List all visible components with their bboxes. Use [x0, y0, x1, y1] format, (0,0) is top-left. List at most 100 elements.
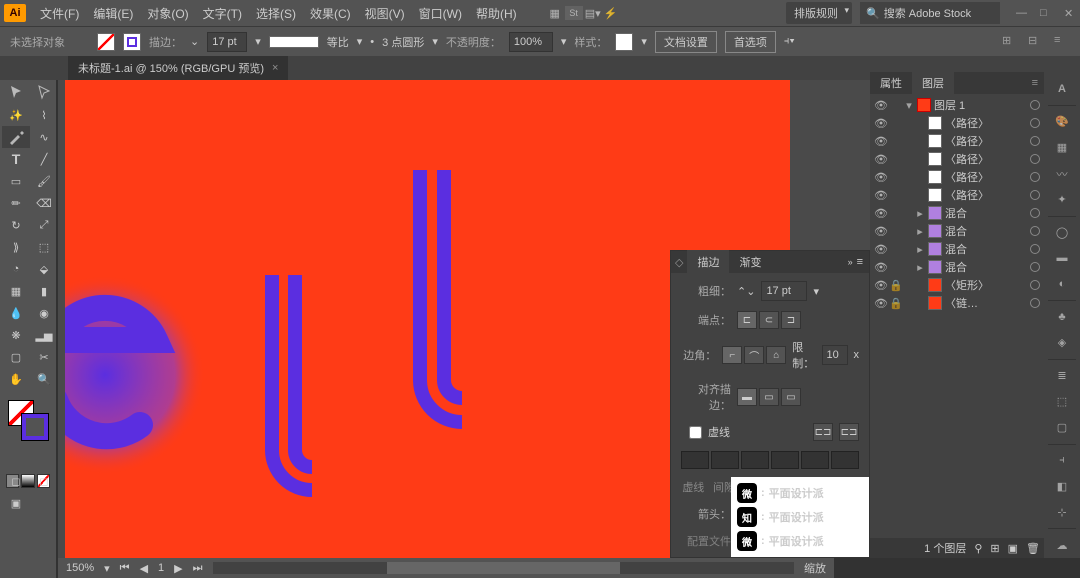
menu-file[interactable]: 文件(F) — [34, 1, 85, 26]
zoom-level[interactable]: 150% — [66, 562, 94, 574]
cap-butt[interactable]: ⊏ — [737, 311, 757, 329]
nav-next[interactable]: ▶ — [174, 562, 182, 575]
expand-toggle[interactable]: ▸ — [915, 225, 925, 238]
target-icon[interactable] — [1030, 172, 1040, 182]
artboard-tool[interactable]: ▢ — [2, 346, 30, 368]
bridge-icon[interactable]: ▦ — [547, 5, 563, 21]
cap-projecting[interactable]: ⊐ — [781, 311, 801, 329]
visibility-toggle[interactable]: 👁 — [874, 297, 886, 310]
panel-menu-icon[interactable]: ≡ — [857, 256, 863, 268]
gradient-panel-tab[interactable]: 渐变 — [729, 250, 771, 274]
line-tool[interactable]: ╱ — [30, 148, 58, 170]
dock-layers-icon[interactable]: ≣ — [1044, 363, 1080, 389]
rectangle-tool[interactable]: ▭ — [2, 170, 30, 192]
paintbrush-tool[interactable]: 🖌 — [30, 170, 58, 192]
dash-value-5[interactable] — [831, 451, 859, 469]
layers-tab[interactable]: 图层 — [912, 71, 954, 95]
type-tool[interactable]: T — [2, 148, 30, 170]
dock-pathfinder-icon[interactable]: ◧ — [1044, 473, 1080, 499]
visibility-toggle[interactable]: 👁 — [874, 171, 886, 184]
mesh-tool[interactable]: ▦ — [2, 280, 30, 302]
opacity-input[interactable] — [509, 32, 553, 52]
layer-name[interactable]: 〈路径〉 — [945, 151, 1027, 167]
draw-behind[interactable]: ◻ — [30, 470, 58, 492]
curvature-tool[interactable]: ∿ — [30, 126, 58, 148]
target-icon[interactable] — [1030, 190, 1040, 200]
slice-tool[interactable]: ✂ — [30, 346, 58, 368]
lock-toggle[interactable]: 🔒 — [889, 279, 901, 292]
layer-name[interactable]: 〈路径〉 — [945, 169, 1027, 185]
gpu-icon[interactable]: ⚡ — [603, 5, 619, 21]
dash-value-1[interactable] — [711, 451, 739, 469]
tab-close-icon[interactable]: × — [272, 62, 278, 74]
layer-name[interactable]: 图层 1 — [934, 97, 1027, 113]
visibility-toggle[interactable]: 👁 — [874, 117, 886, 130]
stroke-panel-tab[interactable]: 描边 — [687, 250, 729, 274]
target-icon[interactable] — [1030, 280, 1040, 290]
dock-libraries-icon[interactable]: ☁ — [1044, 532, 1080, 558]
dock-type-icon[interactable]: A — [1044, 76, 1080, 102]
nav-last[interactable]: ⏭ — [193, 562, 203, 575]
dock-transparency-icon[interactable]: ◐ — [1044, 271, 1080, 297]
zoom-tool[interactable]: 🔍 — [30, 368, 58, 390]
properties-tab[interactable]: 属性 — [870, 71, 912, 95]
magic-wand-tool[interactable]: ✨ — [2, 104, 30, 126]
align-icon[interactable]: ⫞▾ — [784, 35, 795, 48]
lasso-tool[interactable]: ⌇ — [30, 104, 58, 126]
shaper-tool[interactable]: ✏ — [2, 192, 30, 214]
cap-round[interactable]: ⊂ — [759, 311, 779, 329]
layer-name[interactable]: 〈路径〉 — [945, 187, 1027, 203]
rotate-tool[interactable]: ↻ — [2, 214, 30, 236]
align-outside[interactable]: ▭ — [781, 388, 801, 406]
weight-stepper[interactable]: ⌃⌄ — [737, 285, 755, 298]
corner-miter[interactable]: ⌐ — [722, 346, 742, 364]
width-tool[interactable]: ⟫ — [2, 236, 30, 258]
stroke-dropdown[interactable]: ▾ — [255, 35, 261, 48]
menu-help[interactable]: 帮助(H) — [470, 1, 523, 26]
menu-type[interactable]: 文字(T) — [197, 1, 248, 26]
menu-view[interactable]: 视图(V) — [359, 1, 411, 26]
align-inside[interactable]: ▭ — [759, 388, 779, 406]
menu-window[interactable]: 窗口(W) — [413, 1, 468, 26]
visibility-toggle[interactable]: 👁 — [874, 261, 886, 274]
layer-name[interactable]: 混合 — [945, 223, 1027, 239]
close-button[interactable]: ✕ — [1064, 7, 1076, 19]
dock-asset-icon[interactable]: ⬚ — [1044, 389, 1080, 415]
brush-profile[interactable]: 3 点圆形 — [382, 34, 424, 50]
arrange-icon[interactable]: ▤▾ — [585, 5, 601, 21]
layer-name[interactable]: 混合 — [945, 259, 1027, 275]
eyedropper-tool[interactable]: 💧 — [2, 302, 30, 324]
dock-swatches-icon[interactable]: ▦ — [1044, 135, 1080, 161]
eraser-tool[interactable]: ⌫ — [30, 192, 58, 214]
lock-toggle[interactable]: 🔒 — [889, 297, 901, 310]
layer-name[interactable]: 〈链… — [945, 295, 1027, 311]
expand-toggle[interactable]: ▸ — [915, 243, 925, 256]
target-icon[interactable] — [1030, 154, 1040, 164]
locate-icon[interactable]: ⚲ — [974, 542, 982, 555]
style-swatch[interactable] — [615, 33, 633, 51]
scale-tool[interactable]: ⤢ — [30, 214, 58, 236]
document-setup-button[interactable]: 文档设置 — [655, 31, 717, 53]
selection-tool[interactable] — [2, 82, 30, 104]
dock-gradient-icon[interactable]: ▬ — [1044, 245, 1080, 271]
layer-name[interactable]: 混合 — [945, 205, 1027, 221]
dock-symbols-icon[interactable]: ✦ — [1044, 187, 1080, 213]
target-icon[interactable] — [1030, 226, 1040, 236]
target-icon[interactable] — [1030, 262, 1040, 272]
pen-tool[interactable] — [2, 126, 30, 148]
visibility-toggle[interactable]: 👁 — [874, 135, 886, 148]
dock-artboards-icon[interactable]: ▢ — [1044, 415, 1080, 441]
maximize-button[interactable]: □ — [1040, 7, 1052, 19]
menu-select[interactable]: 选择(S) — [250, 1, 302, 26]
dock-graphic-styles-icon[interactable]: ◈ — [1044, 330, 1080, 356]
visibility-toggle[interactable]: 👁 — [874, 189, 886, 202]
weight-dropdown[interactable]: ▾ — [813, 285, 819, 298]
workspace-switcher[interactable]: 排版规则 — [786, 2, 852, 24]
expand-toggle[interactable]: ▸ — [915, 207, 925, 220]
opt-icon-2[interactable]: ⊟ — [1028, 34, 1044, 50]
new-sublayer-icon[interactable]: ⊞ — [990, 542, 999, 555]
corner-round[interactable]: ⌒ — [744, 346, 764, 364]
weight-input[interactable] — [761, 281, 807, 301]
align-center[interactable]: ▬ — [737, 388, 757, 406]
search-stock[interactable]: 🔍搜索 Adobe Stock — [860, 2, 1000, 24]
